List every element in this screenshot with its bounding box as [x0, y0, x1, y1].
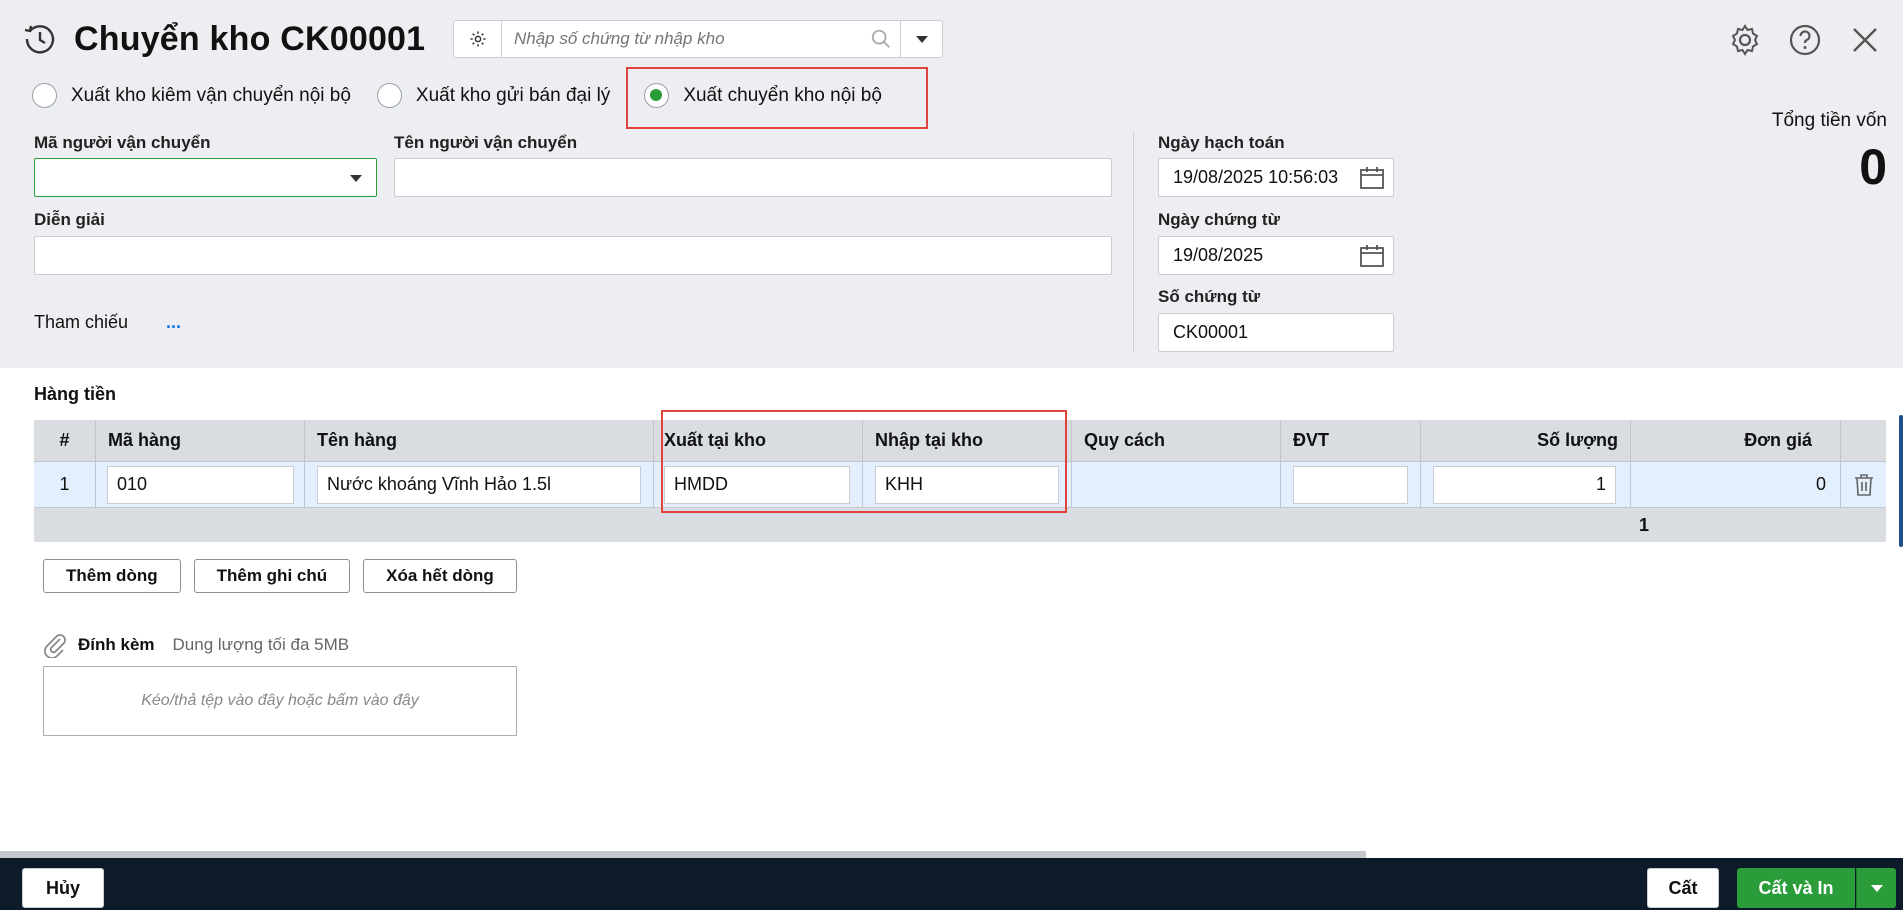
search-icon[interactable] [862, 21, 900, 57]
grid-summary-row: 1 [34, 508, 1886, 542]
col-header-don-gia: Đơn giá [1631, 420, 1841, 461]
ma-nguoi-van-chuyen-select[interactable] [34, 158, 377, 197]
ngay-hach-toan-input[interactable]: 19/08/2025 10:56:03 [1158, 158, 1394, 197]
chevron-down-icon [915, 35, 928, 43]
horizontal-scrollbar[interactable] [0, 851, 1366, 858]
save-print-button[interactable]: Cất và In [1737, 868, 1855, 908]
save-print-dropdown[interactable] [1856, 868, 1896, 908]
cell-no: 1 [34, 462, 96, 507]
so-luong-input[interactable]: 1 [1433, 465, 1616, 504]
trash-icon [1854, 473, 1873, 496]
grid-actions: Thêm dòng Thêm ghi chú Xóa hết dòng [43, 559, 517, 593]
search-settings-icon[interactable] [454, 21, 502, 57]
highlight-box-radio [626, 67, 928, 129]
so-chung-tu-label: Số chứng từ [1158, 287, 1261, 306]
attachment-title: Đính kèm [78, 635, 155, 654]
window-actions [1725, 20, 1885, 60]
chevron-down-icon [350, 175, 362, 182]
so-chung-tu-input[interactable]: CK00001 [1158, 313, 1394, 352]
radio-xuat-kho-gui-ban[interactable]: Xuất kho gửi bán đại lý [376, 83, 611, 108]
divider [1133, 132, 1134, 352]
attachment-header: Đính kèm Dung lượng tối đa 5MB [42, 632, 349, 658]
delete-row-button[interactable] [1841, 462, 1886, 507]
ngay-hach-toan-label: Ngày hạch toán [1158, 133, 1285, 152]
highlight-box-warehouse [661, 410, 1067, 513]
history-icon[interactable] [20, 19, 60, 59]
col-header-so-luong: Số lượng [1421, 420, 1631, 461]
radio-label: Xuất kho gửi bán đại lý [415, 84, 611, 106]
file-drop-zone[interactable]: Kéo/thả tệp vào đây hoặc bấm vào đây [43, 666, 517, 736]
cell-so-luong: 1 [1421, 462, 1631, 507]
ten-nguoi-van-chuyen-label: Tên người vận chuyển [394, 133, 578, 152]
cell-ma-hang: 010 [96, 462, 305, 507]
dvt-input[interactable] [1293, 465, 1408, 504]
total-so-luong: 1 [1638, 515, 1649, 535]
cell-quy-cach[interactable] [1072, 462, 1281, 507]
tong-tien-von-value: 0 [1859, 139, 1887, 195]
dien-giai-input[interactable] [34, 236, 1112, 275]
cell-dvt [1281, 462, 1421, 507]
cell-don-gia[interactable]: 0 [1631, 462, 1841, 507]
voucher-search-group [453, 20, 943, 58]
ngay-chung-tu-label: Ngày chứng từ [1158, 210, 1280, 229]
ma-nguoi-van-chuyen-label: Mã người vận chuyển [34, 133, 211, 152]
tham-chieu-label: Tham chiếu [34, 312, 129, 332]
ten-hang-input[interactable]: Nước khoáng Vĩnh Hảo 1.5l [317, 465, 641, 504]
side-panel-handle[interactable] [1899, 415, 1903, 547]
col-header-ma-hang: Mã hàng [96, 420, 305, 461]
col-header-actions [1841, 420, 1886, 461]
tong-tien-von-label: Tổng tiền vốn [1771, 110, 1887, 131]
radio-circle [32, 83, 57, 108]
footer-bar: Hủy Cất Cất và In [0, 858, 1903, 910]
add-note-button[interactable]: Thêm ghi chú [193, 559, 351, 593]
dien-giai-label: Diễn giải [34, 210, 105, 229]
cell-ten-hang: Nước khoáng Vĩnh Hảo 1.5l [305, 462, 654, 507]
help-icon[interactable] [1785, 20, 1825, 60]
add-row-button[interactable]: Thêm dòng [43, 559, 181, 593]
save-button[interactable]: Cất [1647, 868, 1719, 908]
calendar-icon[interactable] [1359, 165, 1385, 196]
delete-all-rows-button[interactable]: Xóa hết dòng [363, 559, 517, 593]
col-header-no: # [34, 420, 96, 461]
ten-nguoi-van-chuyen-input[interactable] [394, 158, 1112, 197]
col-header-dvt: ĐVT [1281, 420, 1421, 461]
search-dropdown-button[interactable] [900, 21, 942, 57]
ngay-chung-tu-input[interactable]: 19/08/2025 [1158, 236, 1394, 275]
chevron-down-icon [1870, 884, 1883, 892]
attachment-limit: Dung lượng tối đa 5MB [172, 635, 350, 654]
gear-icon[interactable] [1725, 20, 1765, 60]
title-row: Chuyển kho CK00001 [20, 16, 425, 62]
radio-xuat-kho-kiem-van-chuyen[interactable]: Xuất kho kiêm vận chuyển nội bộ [32, 83, 351, 108]
voucher-search-input[interactable] [502, 21, 862, 57]
ma-hang-input[interactable]: 010 [107, 465, 294, 504]
tham-chieu-link[interactable]: ... [166, 312, 181, 333]
section-title: Hàng tiền [34, 384, 117, 404]
calendar-icon[interactable] [1359, 243, 1385, 274]
page-title: Chuyển kho CK00001 [74, 19, 426, 58]
ngay-hach-toan-value: 19/08/2025 10:56:03 [1173, 167, 1339, 187]
ngay-chung-tu-value: 19/08/2025 [1173, 245, 1264, 265]
col-header-ten-hang: Tên hàng [305, 420, 654, 461]
paperclip-icon [44, 634, 66, 658]
radio-circle [376, 83, 402, 108]
close-icon[interactable] [1845, 20, 1885, 60]
cancel-button[interactable]: Hủy [22, 868, 104, 908]
col-header-quy-cach: Quy cách [1072, 420, 1281, 461]
radio-label: Xuất kho kiêm vận chuyển nội bộ [71, 84, 351, 106]
